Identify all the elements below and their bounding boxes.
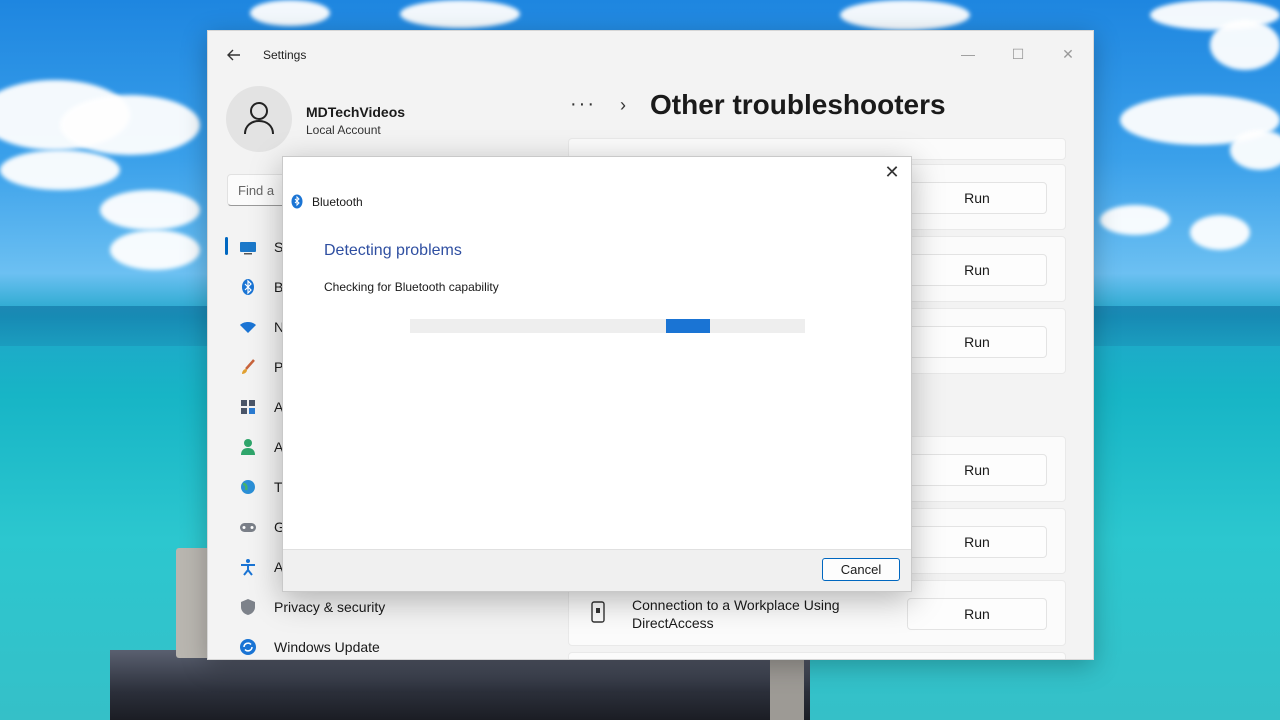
cloud xyxy=(840,0,970,30)
dialog-status-text: Checking for Bluetooth capability xyxy=(324,280,499,294)
run-button[interactable]: Run xyxy=(907,326,1047,358)
shield-icon xyxy=(241,599,255,615)
app-title: Settings xyxy=(263,48,307,62)
dialog-footer: Cancel xyxy=(283,549,911,591)
sidebar-item-privacy-security[interactable]: Privacy & security xyxy=(225,587,555,627)
avatar xyxy=(226,86,292,152)
breadcrumb-overflow[interactable]: ··· xyxy=(570,93,596,116)
cloud xyxy=(1190,215,1250,250)
accessibility-icon xyxy=(241,559,255,576)
cloud xyxy=(400,0,520,28)
cloud xyxy=(110,230,200,270)
update-icon xyxy=(240,639,256,655)
run-button[interactable]: Run xyxy=(907,182,1047,214)
search-value: Find a xyxy=(238,183,275,198)
globe-icon xyxy=(241,480,255,494)
back-arrow-icon xyxy=(227,49,240,61)
monitor-icon xyxy=(240,242,256,255)
user-name: MDTechVideos xyxy=(306,104,406,120)
cloud xyxy=(1100,205,1170,235)
minimize-button[interactable]: — xyxy=(953,39,983,69)
bluetooth-icon xyxy=(291,194,303,209)
cloud xyxy=(100,190,200,230)
sidebar-item-label: Windows Update xyxy=(274,639,380,655)
pier xyxy=(110,650,810,720)
brush-icon xyxy=(242,359,255,374)
cloud xyxy=(1210,20,1280,70)
sidebar-item-windows-update[interactable]: Windows Update xyxy=(225,627,555,659)
dialog-app-label: Bluetooth xyxy=(312,195,363,209)
run-button[interactable]: Run xyxy=(907,526,1047,558)
account-type: Local Account xyxy=(306,123,381,137)
troubleshooter-dialog: ✕ Bluetooth Detecting problems Checking … xyxy=(282,156,912,592)
progress-indicator xyxy=(666,319,710,333)
cloud xyxy=(1230,130,1280,170)
cloud xyxy=(0,150,120,190)
maximize-button[interactable]: ☐ xyxy=(1003,39,1033,69)
active-indicator xyxy=(225,237,228,255)
wifi-icon xyxy=(240,322,256,333)
person-icon xyxy=(241,439,255,455)
bluetooth-icon xyxy=(242,279,254,295)
gamepad-icon xyxy=(240,523,256,532)
sidebar-item-label: Privacy & security xyxy=(274,599,386,615)
pier-post xyxy=(770,650,804,720)
apps-icon xyxy=(241,400,255,414)
page-title: Other troubleshooters xyxy=(650,89,946,120)
pier-post xyxy=(176,548,210,658)
cancel-button[interactable]: Cancel xyxy=(822,558,900,581)
back-button[interactable] xyxy=(222,43,246,67)
cloud xyxy=(250,0,330,26)
close-window-button[interactable]: ✕ xyxy=(1053,39,1083,69)
breadcrumb-chevron-icon: › xyxy=(620,95,626,115)
run-button[interactable]: Run xyxy=(907,254,1047,286)
progress-bar xyxy=(410,319,805,333)
user-icon xyxy=(244,102,274,135)
dialog-close-button[interactable]: ✕ xyxy=(879,159,905,185)
phone-icon xyxy=(591,601,605,623)
run-button[interactable]: Run xyxy=(907,454,1047,486)
troubleshooter-label: Connection to a Workplace Using DirectAc… xyxy=(632,597,840,631)
troubleshooter-card xyxy=(568,652,1066,659)
title-bar: Settings — ☐ ✕ xyxy=(208,31,1093,79)
dialog-heading: Detecting problems xyxy=(324,242,462,259)
cloud xyxy=(60,95,200,155)
run-button[interactable]: Run xyxy=(907,598,1047,630)
